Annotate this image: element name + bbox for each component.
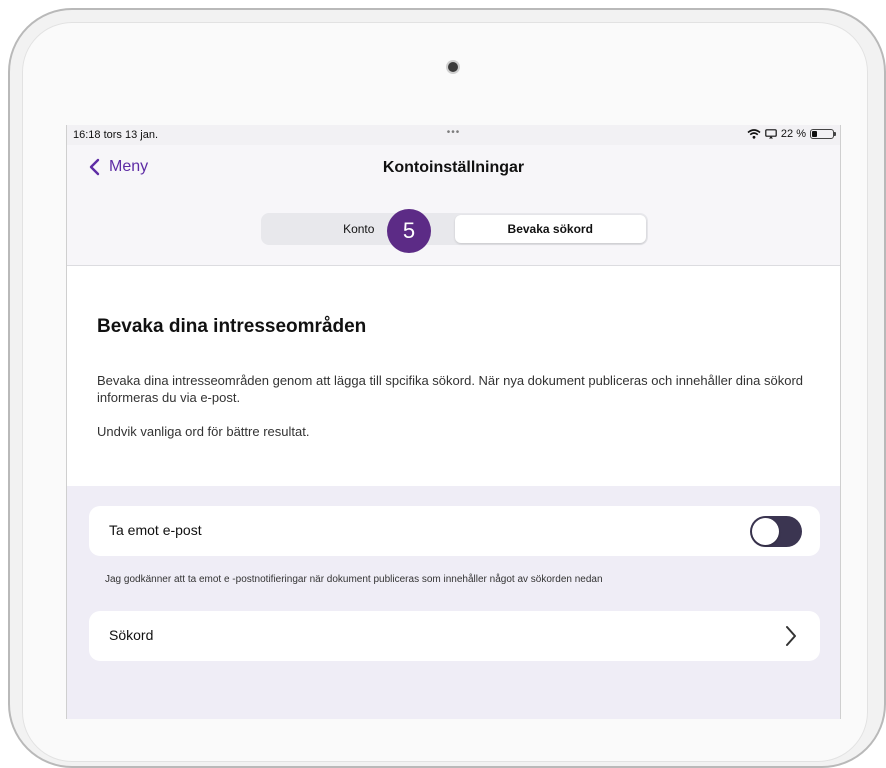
wifi-icon: [747, 129, 761, 139]
settings-group: Ta emot e-post Jag godkänner att ta emot…: [67, 486, 840, 719]
segmented-control: Konto Bevaka sökord: [261, 213, 648, 245]
camera-icon: [448, 62, 458, 72]
battery-percent: 22 %: [780, 128, 806, 140]
battery-icon: [810, 129, 836, 139]
intro-hint: Undvik vanliga ord för bättre resultat.: [97, 424, 310, 439]
navigation-bar: Meny Kontoinställningar Konto Bevaka sök…: [67, 145, 840, 266]
page-title: Kontoinställningar: [382, 159, 525, 176]
step-number-badge: 5: [387, 209, 431, 253]
status-bar: 16:18 tors 13 jan. ••• 22 %: [67, 125, 840, 145]
keywords-label: Sökord: [109, 627, 154, 643]
status-indicators: 22 %: [747, 128, 836, 140]
keywords-row[interactable]: Sökord: [89, 611, 820, 661]
intro-section: Bevaka dina intresseområden Bevaka dina …: [67, 266, 840, 486]
screen: 16:18 tors 13 jan. ••• 22 % Meny Kontoin…: [66, 125, 841, 719]
intro-description: Bevaka dina intresseområden genom att lä…: [97, 373, 804, 405]
email-toggle-switch[interactable]: [750, 516, 802, 547]
tab-bevaka-sokord[interactable]: Bevaka sökord: [454, 215, 646, 243]
email-toggle-row: Ta emot e-post: [89, 506, 820, 556]
chevron-right-icon: [786, 626, 796, 646]
email-consent-caption: Jag godkänner att ta emot e -postnotifie…: [105, 574, 603, 585]
multitasking-dots[interactable]: •••: [67, 127, 840, 138]
section-heading: Bevaka dina intresseområden: [97, 316, 367, 337]
screen-mirroring-icon: [765, 129, 777, 139]
email-toggle-label: Ta emot e-post: [109, 522, 202, 538]
toggle-knob: [752, 518, 779, 545]
